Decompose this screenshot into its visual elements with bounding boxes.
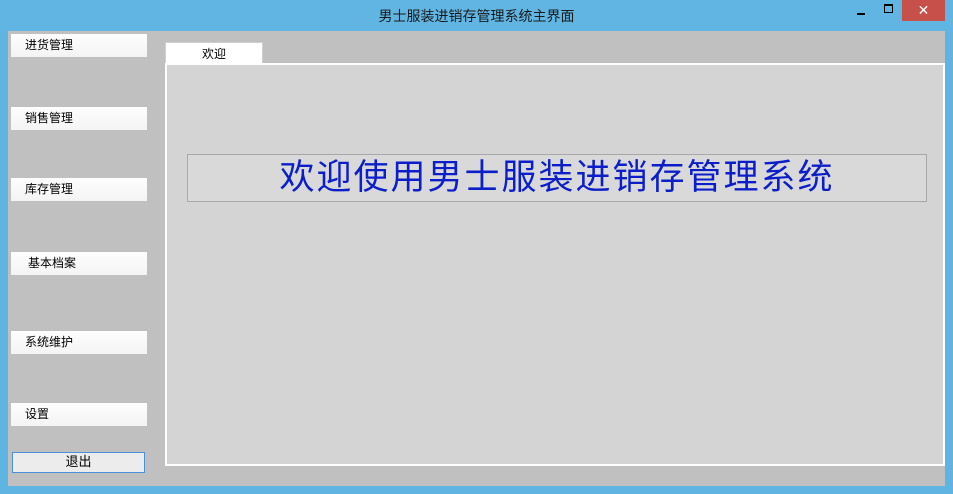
nav-button-sales[interactable]: 销售管理 — [11, 107, 147, 130]
nav-button-basic-records[interactable]: 基本档案 — [11, 252, 147, 275]
nav-button-inventory[interactable]: 库存管理 — [11, 178, 147, 201]
maximize-button[interactable] — [876, 0, 900, 21]
welcome-banner: 欢迎使用男士服装进销存管理系统 — [187, 154, 927, 202]
tab-strip: 欢迎 — [165, 41, 945, 65]
nav-button-purchase[interactable]: 进货管理 — [11, 34, 147, 57]
exit-button[interactable]: 退出 — [12, 452, 145, 473]
window-title: 男士服装进销存管理系统主界面 — [378, 9, 575, 25]
minimize-icon — [857, 12, 865, 15]
close-icon: ✕ — [917, 2, 930, 19]
tab-welcome[interactable]: 欢迎 — [165, 42, 263, 65]
nav-button-system-maintenance[interactable]: 系统维护 — [11, 331, 147, 354]
tab-page-welcome: 欢迎使用男士服装进销存管理系统 — [165, 63, 945, 466]
minimize-button[interactable] — [848, 0, 874, 21]
nav-button-settings[interactable]: 设置 — [11, 403, 147, 426]
close-button[interactable]: ✕ — [902, 0, 945, 21]
main-client-area: 进货管理 销售管理 库存管理 基本档案 系统维护 设置 退出 欢迎 欢迎使用男士… — [8, 31, 945, 486]
maximize-icon — [883, 4, 893, 13]
title-bar[interactable]: 男士服装进销存管理系统主界面 ✕ — [0, 0, 953, 31]
